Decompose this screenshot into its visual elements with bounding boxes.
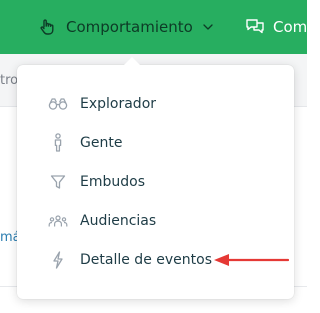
- menu-item-embudos[interactable]: Embudos: [17, 163, 294, 201]
- lightning-icon: [48, 250, 68, 270]
- menu-item-explorador[interactable]: Explorador: [17, 85, 294, 123]
- nav-behavior-dropdown[interactable]: Comportamiento: [38, 0, 213, 54]
- chat-bubbles-icon: [245, 18, 265, 36]
- hand-pointer-icon: [38, 18, 56, 36]
- menu-item-label: Explorador: [80, 96, 157, 112]
- menu-item-gente[interactable]: Gente: [17, 124, 294, 162]
- subbar-partial-text: tro: [0, 73, 19, 88]
- nav-behavior-label: Comportamiento: [66, 18, 193, 36]
- chevron-down-icon: [203, 24, 213, 30]
- nav-communications[interactable]: Com: [245, 0, 307, 54]
- menu-item-audiencias[interactable]: Audiencias: [17, 202, 294, 240]
- menu-item-label: Detalle de eventos: [80, 252, 212, 268]
- nav-communications-label: Com: [273, 18, 308, 36]
- funnel-icon: [48, 172, 68, 192]
- annotation-arrow-icon: [214, 254, 289, 266]
- audience-icon: [48, 211, 68, 231]
- dropdown-caret: [124, 57, 140, 65]
- top-navigation-bar: Comportamiento Com: [0, 0, 307, 54]
- person-icon: [48, 133, 68, 153]
- menu-item-label: Embudos: [80, 174, 145, 190]
- menu-item-label: Gente: [80, 135, 123, 151]
- binoculars-icon: [48, 94, 68, 114]
- menu-item-label: Audiencias: [80, 213, 157, 229]
